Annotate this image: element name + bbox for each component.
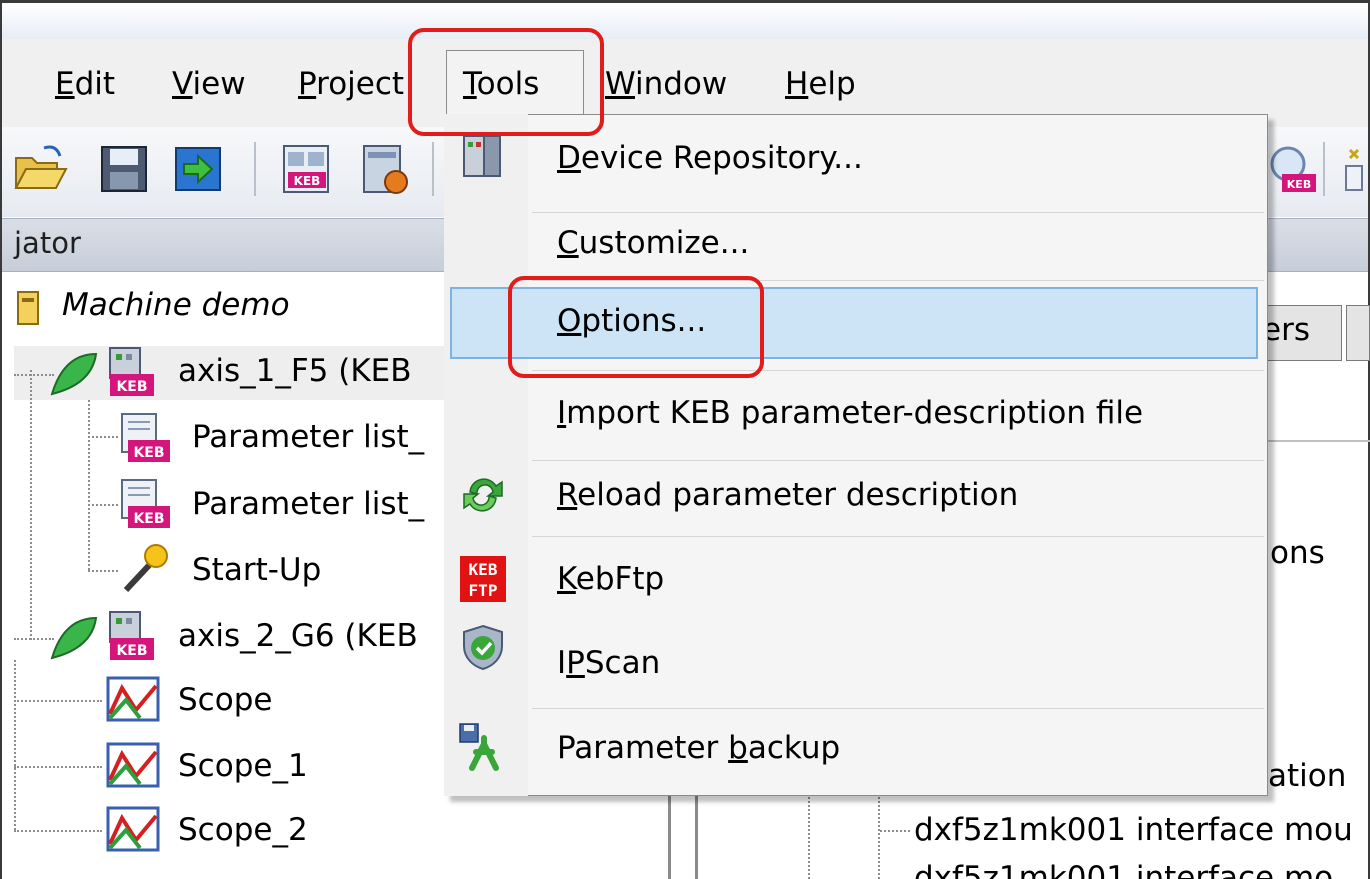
open-folder-icon[interactable]: [14, 142, 68, 196]
toolbar-separator: [432, 142, 434, 196]
menu-item-label: Device Repository...: [557, 140, 863, 176]
keb-ftp-icon: KEB FTP: [460, 556, 506, 602]
connected-plug-icon: [50, 352, 98, 396]
scope-chart-icon: [106, 806, 160, 852]
connected-plug-icon: [50, 616, 98, 660]
project-folder-icon: [17, 291, 39, 325]
tree-item-machine-demo[interactable]: Machine demo: [62, 287, 290, 323]
save-disk-icon[interactable]: [97, 142, 151, 196]
parameter-list-icon: KEB: [121, 413, 170, 462]
tree-item-parameter-list-2[interactable]: Parameter list_: [192, 486, 424, 522]
tree-line: [88, 570, 118, 572]
menu-view-accel: V: [172, 66, 193, 102]
menu-item-label: KebFtp: [557, 561, 665, 597]
keb-ftp-icon-top-text: KEB: [469, 560, 498, 579]
right-panel-tree-row[interactable]: dxf5z1mk001 interface mou: [914, 812, 1353, 848]
svg-text:KEB: KEB: [1287, 178, 1311, 191]
svg-text:KEB: KEB: [133, 511, 164, 527]
tree-line: [88, 436, 118, 438]
tree-line: [808, 790, 810, 879]
tools-dropdown-menu: [444, 114, 1268, 796]
tree-line: [14, 830, 102, 832]
menu-help[interactable]: Help: [785, 62, 856, 106]
panel-splitter[interactable]: [668, 790, 671, 879]
tree-line: [88, 400, 90, 570]
right-panel-text: ons: [1270, 535, 1325, 571]
title-bar: [2, 3, 1368, 39]
export-arrow-icon[interactable]: [172, 142, 226, 196]
toolbar-separator: [254, 142, 256, 196]
parameter-list-icon: KEB: [121, 479, 170, 528]
tree-line: [14, 700, 102, 702]
menu-item-label: Import KEB parameter-description file: [557, 395, 1144, 431]
tree-item-axis-1[interactable]: axis_1_F5 (KEB: [178, 353, 412, 389]
svg-text:KEB: KEB: [294, 174, 321, 188]
menu-item-label: Reload parameter description: [557, 477, 1019, 513]
tree-item-scope[interactable]: Scope: [178, 682, 272, 718]
tree-item-scope-2[interactable]: Scope_2: [178, 812, 308, 848]
tools-dropdown-gutter: [444, 114, 528, 796]
scope-chart-icon: [106, 742, 160, 788]
right-panel-tab-next[interactable]: [1346, 305, 1370, 361]
magic-wand-icon: [123, 544, 168, 593]
right-panel-tree-row-partial: dxf5z1mk001 interface mou: [914, 860, 1334, 879]
menu-help-rest: elp: [808, 66, 856, 102]
menu-separator: [532, 212, 1264, 213]
menu-edit[interactable]: Edit: [55, 62, 115, 106]
tree-line: [14, 766, 102, 768]
menu-project-rest: roject: [316, 66, 405, 102]
toolbar-overflow-icon[interactable]: [1340, 142, 1370, 196]
menu-edit-rest: dit: [74, 66, 116, 102]
keb-search-icon[interactable]: KEB: [1264, 142, 1318, 196]
tree-item-parameter-list-1[interactable]: Parameter list_: [192, 419, 424, 455]
scope-chart-icon: [106, 676, 160, 722]
svg-text:KEB: KEB: [133, 445, 164, 461]
toolbar-separator: [1323, 142, 1325, 196]
navigator-title: jator: [14, 226, 81, 260]
keb-drive-icon: KEB: [109, 347, 154, 396]
svg-text:KEB: KEB: [116, 379, 147, 395]
menu-help-accel: H: [785, 66, 809, 102]
right-panel-text: ation: [1268, 758, 1347, 794]
menu-view[interactable]: View: [172, 62, 246, 106]
menu-window-accel: W: [605, 66, 635, 102]
annotation-highlight-tools: [408, 28, 604, 136]
tree-line: [14, 660, 16, 830]
svg-text:KEB: KEB: [116, 643, 147, 659]
tree-item-axis-2[interactable]: axis_2_G6 (KEB: [178, 618, 418, 654]
menu-item-label: IPScan: [557, 645, 661, 681]
menu-separator: [532, 708, 1264, 709]
menu-project-accel: P: [298, 66, 317, 102]
menu-window[interactable]: Window: [605, 62, 727, 106]
menu-window-rest: indow: [634, 66, 728, 102]
device-repository-icon: [463, 135, 501, 177]
annotation-highlight-options: [508, 276, 764, 378]
tree-line: [30, 370, 32, 640]
new-document-icon[interactable]: [358, 142, 412, 196]
menu-view-rest: iew: [192, 66, 246, 102]
panel-splitter: [695, 790, 698, 879]
keb-book-icon[interactable]: KEB: [280, 142, 334, 196]
tree-line: [878, 790, 880, 879]
tree-line: [880, 830, 910, 832]
application-window: Edit View Project Tools Window Help KEB: [0, 0, 1370, 879]
tree-item-scope-1[interactable]: Scope_1: [178, 748, 308, 784]
menu-project[interactable]: Project: [298, 62, 404, 106]
menu-item-label: Customize...: [557, 225, 750, 261]
reload-icon: [463, 478, 503, 512]
keb-ftp-icon-bottom-text: FTP: [469, 581, 498, 600]
menu-separator: [532, 460, 1264, 461]
ipscan-shield-icon: [463, 624, 503, 671]
menu-item-label: Parameter backup: [557, 730, 841, 766]
right-panel-divider: [1264, 440, 1370, 442]
keb-drive-icon: KEB: [109, 611, 154, 660]
right-panel-tab-label: ers: [1262, 312, 1310, 348]
tree-line: [88, 504, 118, 506]
menu-edit-accel: E: [55, 66, 75, 102]
menu-separator: [532, 536, 1264, 537]
parameter-backup-icon: [459, 723, 499, 771]
tree-item-start-up[interactable]: Start-Up: [192, 552, 321, 588]
